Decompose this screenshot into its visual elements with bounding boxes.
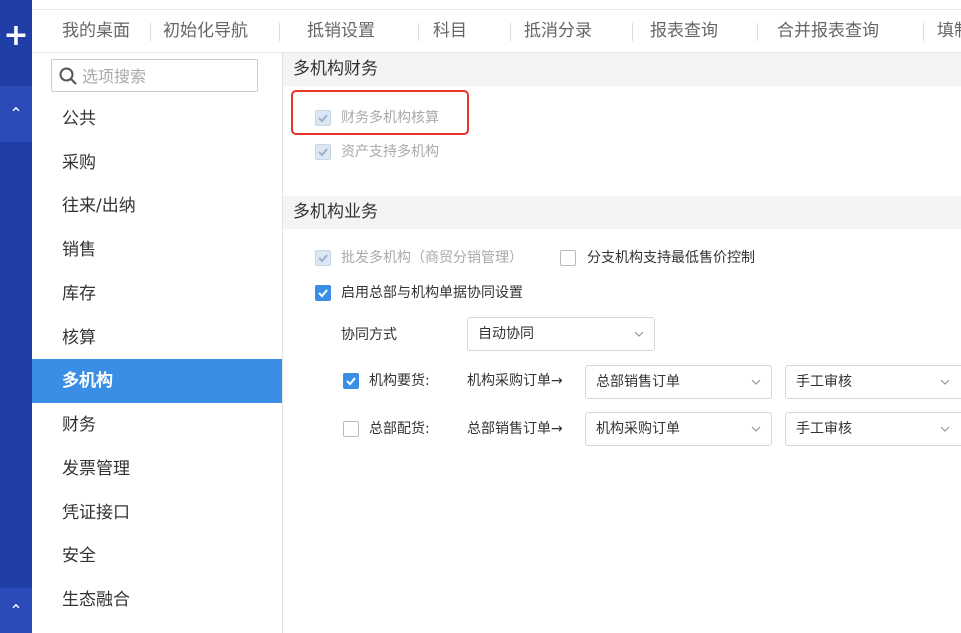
scroll-up-icon[interactable]: ⌃: [0, 588, 32, 633]
tab-init-guide[interactable]: 初始化导航: [163, 10, 248, 52]
main-panel: 多机构财务 财务多机构核算 资产支持多机构 多机构业务 批发多机构（商贸分销管理…: [283, 53, 961, 633]
search-icon: [59, 67, 77, 85]
left-rail: + ⌃ ⌃: [0, 0, 32, 633]
sidebar-item-public[interactable]: 公共: [32, 97, 282, 141]
wholesale-multi-org-checkbox[interactable]: [315, 250, 331, 266]
search-input[interactable]: [82, 64, 252, 88]
tab-bar: 我的桌面 初始化导航 抵销设置 科目 抵消分录 报表查询 合并报表查询 填制: [32, 0, 961, 53]
tab-desktop[interactable]: 我的桌面: [62, 10, 130, 52]
asset-multi-org-label: 资产支持多机构: [341, 144, 439, 160]
hq-distribution-target-select[interactable]: 机构采购订单: [585, 412, 772, 446]
tab-report-query[interactable]: 报表查询: [650, 10, 718, 52]
section-title-multi-org-business: 多机构业务: [283, 196, 961, 229]
org-request-audit-value: 手工审核: [796, 374, 852, 390]
tab-separator: [757, 23, 758, 41]
sidebar-item-accounts-cashier[interactable]: 往来/出纳: [32, 184, 282, 228]
search-box: [51, 59, 258, 92]
org-request-flow: 机构采购订单→: [467, 373, 563, 389]
collapse-up-icon[interactable]: ⌃: [0, 86, 32, 142]
sidebar-item-inventory[interactable]: 库存: [32, 272, 282, 316]
tab-offset-entries[interactable]: 抵消分录: [524, 10, 592, 52]
tab-separator: [418, 23, 419, 41]
sidebar-item-purchase[interactable]: 采购: [32, 141, 282, 185]
hq-distribution-audit-select[interactable]: 手工审核: [785, 412, 961, 446]
tab-offset-settings[interactable]: 抵销设置: [307, 10, 375, 52]
sidebar-item-finance[interactable]: 财务: [32, 403, 282, 447]
section-title-multi-org-finance: 多机构财务: [283, 53, 961, 86]
enable-collab-checkbox[interactable]: [315, 285, 331, 301]
enable-collab-label: 启用总部与机构单据协同设置: [341, 285, 523, 301]
check-icon: [318, 148, 328, 157]
collab-mode-value: 自动协同: [478, 326, 534, 342]
tab-separator: [923, 23, 924, 41]
check-icon: [318, 254, 328, 263]
hq-distribution-flow: 总部销售订单→: [467, 421, 563, 437]
sidebar-item-accounting[interactable]: 核算: [32, 316, 282, 360]
sidebar-item-multi-org[interactable]: 多机构: [32, 359, 282, 403]
sidebar-item-sales[interactable]: 销售: [32, 228, 282, 272]
tab-separator: [150, 23, 151, 41]
org-request-target-value: 总部销售订单: [596, 374, 680, 390]
finance-multi-org-label: 财务多机构核算: [341, 110, 439, 126]
org-request-label: 机构要货:: [369, 373, 430, 389]
sidebar-item-invoice[interactable]: 发票管理: [32, 447, 282, 491]
hq-distribution-audit-value: 手工审核: [796, 421, 852, 437]
chevron-down-icon: [940, 379, 950, 385]
finance-multi-org-checkbox[interactable]: [315, 110, 331, 126]
hq-distribution-checkbox[interactable]: [343, 421, 359, 437]
branch-min-price-label: 分支机构支持最低售价控制: [587, 250, 755, 266]
collab-mode-label: 协同方式: [341, 327, 397, 343]
check-icon: [346, 377, 356, 386]
hq-distribution-target-value: 机构采购订单: [596, 421, 680, 437]
tab-separator: [510, 23, 511, 41]
tab-fill[interactable]: 填制: [937, 10, 961, 52]
chevron-down-icon: [751, 379, 761, 385]
chevron-down-icon: [940, 426, 950, 432]
collab-mode-select[interactable]: 自动协同: [467, 317, 655, 351]
sidebar-item-voucher-interface[interactable]: 凭证接口: [32, 491, 282, 535]
chevron-down-icon: [751, 426, 761, 432]
org-request-checkbox[interactable]: [343, 373, 359, 389]
tab-separator: [632, 23, 633, 41]
branch-min-price-checkbox[interactable]: [560, 250, 576, 266]
check-icon: [318, 114, 328, 123]
check-icon: [318, 289, 328, 298]
tab-separator: [279, 23, 280, 41]
sidebar: 公共 采购 往来/出纳 销售 库存 核算 多机构 财务 发票管理 凭证接口 安全…: [32, 53, 283, 633]
tab-subjects[interactable]: 科目: [433, 10, 467, 52]
sidebar-item-ecosystem[interactable]: 生态融合: [32, 578, 282, 622]
hq-distribution-label: 总部配货:: [369, 421, 430, 437]
org-request-target-select[interactable]: 总部销售订单: [585, 365, 772, 399]
wholesale-multi-org-label: 批发多机构（商贸分销管理）: [341, 250, 523, 266]
org-request-audit-select[interactable]: 手工审核: [785, 365, 961, 399]
add-icon[interactable]: +: [0, 16, 32, 56]
asset-multi-org-checkbox[interactable]: [315, 144, 331, 160]
tab-consolidated-report-query[interactable]: 合并报表查询: [777, 10, 879, 52]
chevron-down-icon: [634, 331, 644, 337]
sidebar-item-security[interactable]: 安全: [32, 534, 282, 578]
